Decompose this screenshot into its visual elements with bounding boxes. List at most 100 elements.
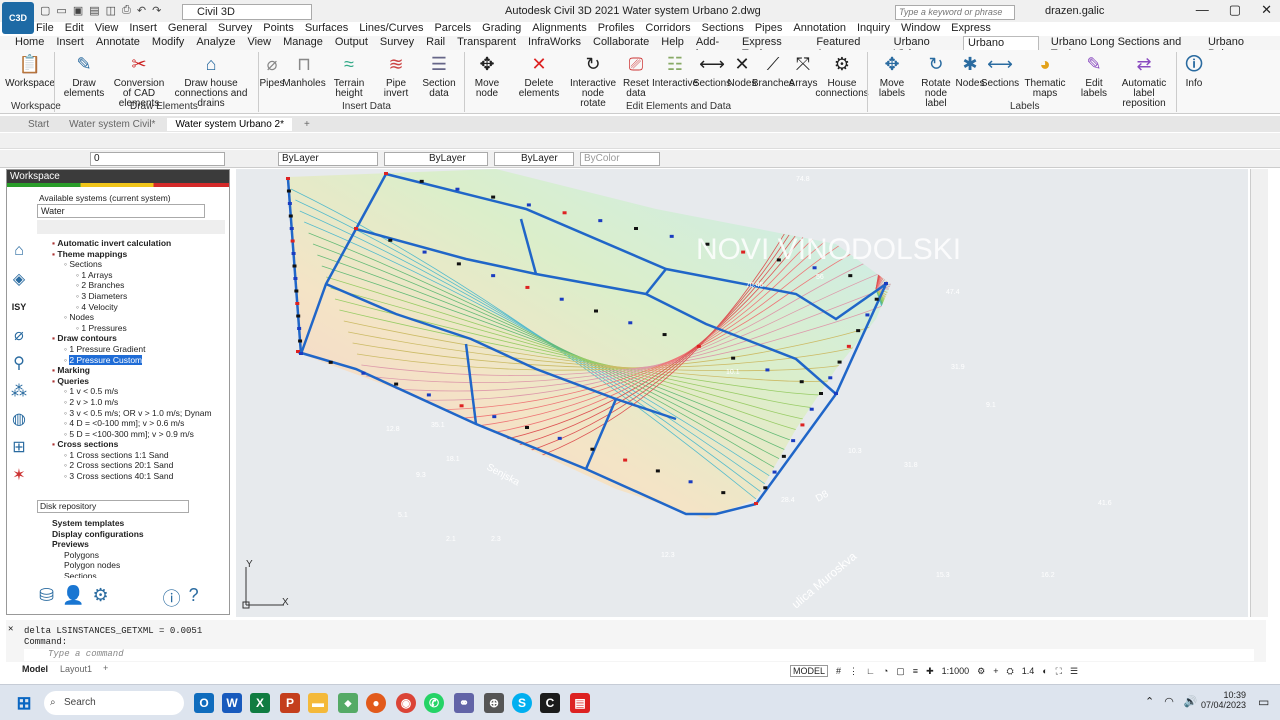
- node-marker[interactable]: [688, 480, 693, 484]
- tab-add-ins[interactable]: Add-ins: [696, 36, 730, 60]
- node-marker[interactable]: [526, 203, 531, 207]
- node-marker[interactable]: [884, 282, 888, 285]
- app-menu-button[interactable]: C3D: [2, 2, 34, 34]
- save-as-icon[interactable]: ▤: [89, 4, 99, 17]
- tab-annotate[interactable]: Annotate: [96, 36, 140, 50]
- tree-node[interactable]: ◦ 1 Pressure Gradient: [52, 344, 217, 355]
- info-circle-icon[interactable]: ⓘ: [163, 585, 181, 611]
- web-icon[interactable]: ◫: [106, 4, 116, 17]
- menu-alignments[interactable]: Alignments: [532, 22, 586, 35]
- anno-value[interactable]: 1.4: [1022, 666, 1035, 676]
- rotate-node-label-button[interactable]: ↻ Rotate node label: [916, 52, 956, 109]
- node-marker[interactable]: [557, 436, 562, 440]
- node-marker[interactable]: [291, 252, 296, 255]
- interactive-button[interactable]: ☷ Interactive: [652, 52, 698, 89]
- node-marker[interactable]: [846, 344, 851, 348]
- node-marker[interactable]: [459, 404, 464, 408]
- tree-node[interactable]: ◦ 2 v > 1.0 m/s: [52, 397, 217, 408]
- linetype-select[interactable]: ByLayer: [384, 152, 488, 166]
- firefox-icon[interactable]: ●: [366, 693, 386, 713]
- automatic-label-reposition-button[interactable]: ⇄ Automatic label reposition: [1114, 52, 1174, 109]
- pipe-invert-button[interactable]: ≋ Pipe invert: [376, 52, 416, 99]
- menu-general[interactable]: General: [168, 22, 207, 35]
- menu-survey[interactable]: Survey: [218, 22, 252, 35]
- repo-tree-node[interactable]: Display configurations: [52, 529, 222, 540]
- plus-icon[interactable]: +: [993, 666, 998, 676]
- new-icon[interactable]: ▢: [40, 4, 50, 17]
- node-marker[interactable]: [286, 189, 291, 193]
- node-marker[interactable]: [799, 380, 804, 384]
- clock[interactable]: 10:39 07/04/2023: [1196, 690, 1246, 710]
- menu-insert[interactable]: Insert: [129, 22, 157, 35]
- pipe-icon[interactable]: ⌀: [7, 324, 31, 346]
- tab-express-tools[interactable]: Express Tools: [742, 36, 804, 60]
- tree-node[interactable]: ◦ 2 Cross sections 20:1 Sand: [52, 460, 217, 471]
- network-icon[interactable]: ⁂: [7, 380, 31, 402]
- node-marker[interactable]: [731, 356, 736, 360]
- close-icon[interactable]: ✕: [1261, 2, 1272, 18]
- help-search-input[interactable]: Type a keyword or phrase: [895, 5, 1015, 20]
- tab-infraworks[interactable]: InfraWorks: [528, 36, 581, 50]
- osnap-icon[interactable]: ▢: [896, 666, 905, 677]
- tree-node[interactable]: ◦ 1 Cross sections 1:1 Sand: [52, 450, 217, 461]
- node-marker[interactable]: [812, 266, 817, 270]
- workspace-icon[interactable]: ⛭: [1006, 666, 1013, 677]
- measure-icon[interactable]: ⊞: [7, 436, 31, 458]
- grid-icon[interactable]: ◈: [7, 268, 31, 290]
- manholes-button[interactable]: ⊓ Manholes: [282, 52, 325, 89]
- tree-node[interactable]: ▪ Cross sections: [52, 439, 217, 450]
- menu-grading[interactable]: Grading: [482, 22, 521, 35]
- outlook-icon[interactable]: O: [194, 693, 214, 713]
- node-marker[interactable]: [634, 227, 638, 230]
- teams-icon[interactable]: ⚭: [454, 693, 474, 713]
- info-button[interactable]: 🛈 Info: [1180, 52, 1208, 89]
- tree-node[interactable]: ▪ Queries: [52, 376, 217, 387]
- tab-collaborate[interactable]: Collaborate: [593, 36, 649, 50]
- polar-icon[interactable]: ◔: [883, 666, 888, 676]
- tree-node[interactable]: ◦ 5 D = <100-300 mm]; v > 0.9 m/s: [52, 429, 217, 440]
- node-marker[interactable]: [837, 360, 842, 364]
- repo-tree-node[interactable]: Previews: [52, 539, 222, 550]
- node-marker[interactable]: [856, 329, 861, 333]
- menu-lines-curves[interactable]: Lines/Curves: [359, 22, 423, 35]
- tab-urbano-layout[interactable]: Urbano Layout: [963, 36, 1039, 61]
- tab-home[interactable]: Home: [15, 36, 44, 50]
- reset-data-button[interactable]: ⎚ Reset data: [617, 52, 655, 99]
- tree-node[interactable]: ◦ 2 Pressure Custom: [52, 354, 217, 366]
- branches-button[interactable]: ⟋ Branches: [752, 52, 794, 89]
- interactive-node-rotate-button[interactable]: ↻ Interactive node rotate: [570, 52, 616, 109]
- move-labels-button[interactable]: ✥ Move labels: [869, 52, 915, 99]
- thematic-maps-button[interactable]: ◕ Thematic maps: [1016, 52, 1074, 99]
- repository-select[interactable]: Disk repository: [37, 500, 189, 513]
- chrome-icon[interactable]: ◉: [396, 693, 416, 713]
- cmd-close-icon[interactable]: ✕: [8, 624, 13, 634]
- menu-corridors[interactable]: Corridors: [645, 22, 690, 35]
- node-marker[interactable]: [394, 382, 399, 386]
- delete-elements-button[interactable]: ✕ Delete elements: [510, 52, 568, 99]
- tab-manage[interactable]: Manage: [283, 36, 323, 50]
- node-marker[interactable]: [295, 302, 300, 305]
- doc-tab-start[interactable]: Start: [20, 118, 57, 131]
- node-marker[interactable]: [865, 313, 870, 317]
- model-space-toggle[interactable]: MODEL: [790, 665, 829, 677]
- node-marker[interactable]: [288, 214, 293, 218]
- home-icon[interactable]: ⌂: [7, 240, 31, 262]
- node-marker[interactable]: [721, 491, 726, 495]
- tab-modify[interactable]: Modify: [152, 36, 184, 50]
- tree-node[interactable]: ◦ 1 Arrays: [52, 270, 217, 281]
- excel-icon[interactable]: X: [250, 693, 270, 713]
- nodes-labels-button[interactable]: ✱ Nodes: [956, 52, 985, 89]
- node-marker[interactable]: [419, 179, 424, 183]
- terrain-height-button[interactable]: ≈ Terrain height: [324, 52, 374, 99]
- node-marker[interactable]: [848, 274, 853, 278]
- save-icon[interactable]: ▣: [73, 4, 83, 17]
- node-marker[interactable]: [491, 195, 496, 199]
- tab-survey[interactable]: Survey: [380, 36, 414, 50]
- node-marker[interactable]: [623, 458, 628, 462]
- system-select[interactable]: Water: [37, 204, 205, 218]
- menu-parcels[interactable]: Parcels: [434, 22, 471, 35]
- move-node-button[interactable]: ✥ Move node: [466, 52, 508, 99]
- tab-insert[interactable]: Insert: [56, 36, 84, 50]
- branch-icon[interactable]: ✶: [7, 464, 31, 486]
- skype-icon[interactable]: S: [512, 693, 532, 713]
